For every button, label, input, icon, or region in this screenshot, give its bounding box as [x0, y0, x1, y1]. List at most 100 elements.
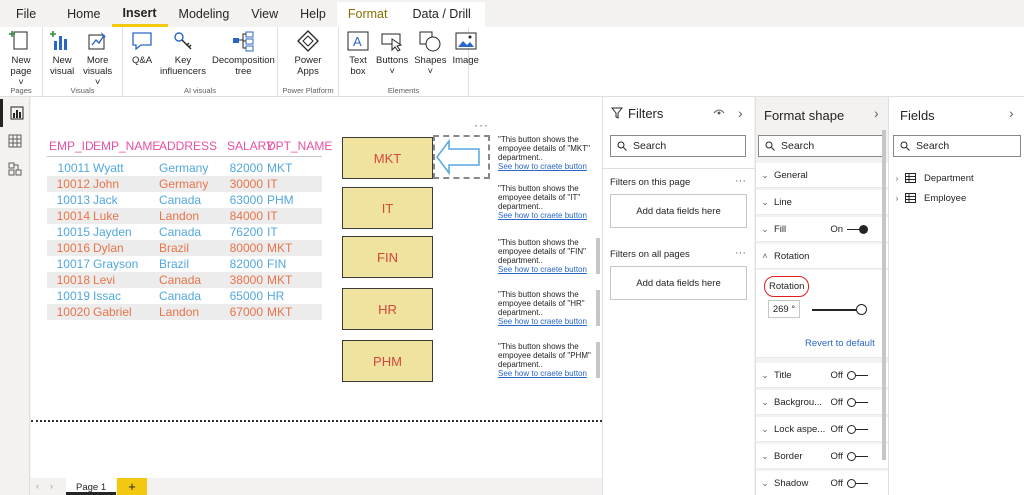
revert-to-default-link[interactable]: Revert to default	[805, 338, 875, 349]
field-table-department[interactable]: › Department	[889, 169, 974, 187]
tab-home[interactable]: Home	[56, 2, 111, 27]
table-cell: Grayson	[93, 257, 139, 271]
model-view-button[interactable]	[0, 155, 30, 183]
collapse-filters-icon[interactable]: ›	[738, 105, 743, 121]
field-table-employee[interactable]: › Employee	[889, 189, 967, 207]
add-page-button[interactable]: +	[117, 478, 147, 495]
fin-description: "This button shows the empoyee details o…	[498, 238, 598, 274]
prev-page-icon[interactable]: ‹	[36, 481, 39, 491]
table-cell: 10019	[56, 289, 90, 303]
ribbon-group-pages: New page ˅ Pages	[0, 27, 43, 97]
tab-view[interactable]: View	[240, 2, 289, 27]
hr-button[interactable]: HR	[342, 288, 433, 330]
fields-title: Fields	[900, 108, 935, 123]
rotation-input[interactable]: 269 °	[768, 300, 800, 318]
how-to-create-link[interactable]: See how to craete button	[498, 265, 598, 274]
table-row[interactable]: 10018 Levi Canada 38000 MKT	[47, 272, 322, 288]
table-row[interactable]: 10014 Luke Landon 84000 IT	[47, 208, 322, 224]
table-row[interactable]: 10017 Grayson Brazil 82000 FIN	[47, 256, 322, 272]
table-cell: Dylan	[93, 241, 124, 255]
table-icon	[905, 193, 916, 203]
selected-arrow-shape[interactable]	[433, 135, 490, 179]
format-card-line[interactable]: ⌄ Line	[756, 190, 888, 215]
fields-search-input[interactable]: Search	[893, 135, 1021, 157]
column-header[interactable]: DPT_NAME	[267, 139, 332, 153]
page-tab-1[interactable]: Page 1	[66, 478, 117, 495]
filters-search-input[interactable]: Search	[610, 135, 746, 157]
tab-insert[interactable]: Insert	[111, 2, 168, 27]
table-row[interactable]: 10019 Issac Canada 65000 HR	[47, 288, 322, 304]
chevron-right-icon: ›	[895, 193, 899, 203]
table-cell: 10017	[56, 257, 90, 271]
tab-data-drill[interactable]: Data / Drill	[398, 2, 485, 27]
shapes-icon	[418, 29, 442, 53]
add-fields-page-dropzone[interactable]: Add data fields here	[610, 194, 747, 228]
format-card-shadow[interactable]: ⌄ Shadow Off	[756, 471, 888, 495]
data-view-icon	[8, 134, 22, 148]
collapse-format-icon[interactable]: ›	[874, 105, 879, 121]
table-row[interactable]: 10011 Wyatt Germany 82000 MKT	[47, 160, 322, 176]
it-button[interactable]: IT	[342, 187, 433, 229]
column-header[interactable]: EMP_ID	[47, 139, 94, 153]
column-header[interactable]: EMP_NAME	[93, 139, 160, 153]
next-page-icon[interactable]: ›	[50, 481, 53, 491]
tab-help[interactable]: Help	[289, 2, 337, 27]
border-toggle[interactable]	[847, 451, 868, 461]
phm-description: "This button shows the empoyee details o…	[498, 342, 598, 378]
table-row[interactable]: 10012 John Germany 30000 IT	[47, 176, 322, 192]
hr-description: "This button shows the empoyee details o…	[498, 290, 598, 326]
scrollbar[interactable]	[596, 342, 600, 378]
format-card-lock-aspect[interactable]: ⌄ Lock aspe... Off	[756, 417, 888, 442]
format-card-background[interactable]: ⌄ Backgrou... Off	[756, 390, 888, 415]
column-header[interactable]: ADDRESS	[159, 139, 227, 153]
table-row[interactable]: 10016 Dylan Brazil 80000 MKT	[47, 240, 322, 256]
table-row[interactable]: 10013 Jack Canada 63000 PHM	[47, 192, 322, 208]
format-pane: Format shape › Search ⌄ General ⌄ Line ⌄…	[755, 97, 888, 495]
column-header[interactable]: SALARY	[227, 139, 274, 153]
format-card-border[interactable]: ⌄ Border Off	[756, 444, 888, 469]
rotation-slider-handle[interactable]	[856, 304, 867, 315]
how-to-create-link[interactable]: See how to craete button	[498, 369, 598, 378]
phm-button[interactable]: PHM	[342, 340, 433, 382]
data-view-button[interactable]	[0, 127, 30, 155]
search-icon	[617, 141, 627, 151]
format-scrollbar[interactable]	[882, 130, 886, 460]
scrollbar[interactable]	[596, 290, 600, 326]
table-cell: 76200	[229, 225, 263, 239]
more-options-icon[interactable]: ···	[735, 247, 746, 259]
how-to-create-link[interactable]: See how to craete button	[498, 317, 598, 326]
more-options-icon[interactable]: ···	[735, 175, 746, 187]
lock-aspect-toggle[interactable]	[847, 424, 868, 434]
format-card-general[interactable]: ⌄ General	[756, 163, 888, 188]
fill-toggle[interactable]	[847, 224, 868, 234]
table-row[interactable]: 10020 Gabriel Landon 67000 MKT	[47, 304, 322, 320]
collapse-fields-icon[interactable]: ›	[1009, 105, 1014, 121]
table-cell: 10015	[56, 225, 90, 239]
mkt-button[interactable]: MKT	[342, 137, 433, 179]
tab-file[interactable]: File	[0, 2, 56, 27]
tab-modeling[interactable]: Modeling	[168, 2, 241, 27]
how-to-create-link[interactable]: See how to craete button	[498, 162, 598, 171]
format-card-title[interactable]: ⌄ Title Off	[756, 363, 888, 388]
tab-format[interactable]: Format	[336, 2, 399, 27]
shadow-toggle[interactable]	[847, 478, 868, 488]
title-toggle[interactable]	[847, 370, 868, 380]
rotation-slider-track[interactable]	[812, 309, 862, 311]
fin-button[interactable]: FIN	[342, 236, 433, 278]
format-card-fill[interactable]: ⌄ Fill On	[756, 217, 888, 242]
svg-text:A: A	[353, 34, 362, 49]
format-search-input[interactable]: Search	[758, 135, 886, 157]
ribbon-group-visuals: New visual More visuals ˅ Visuals	[43, 27, 123, 97]
ribbon-tabbar: File Home Insert Modeling View Help Form…	[0, 0, 1024, 27]
background-toggle[interactable]	[847, 397, 868, 407]
ribbon-group-power-platform: Power Apps Power Platform	[278, 27, 339, 97]
eye-icon[interactable]	[713, 109, 725, 117]
table-row[interactable]: 10015 Jayden Canada 76200 IT	[47, 224, 322, 240]
more-options-icon[interactable]: ···	[474, 118, 489, 132]
format-card-rotation[interactable]: ˄ Rotation	[756, 244, 888, 269]
how-to-create-link[interactable]: See how to craete button	[498, 211, 598, 220]
report-view-button[interactable]	[0, 99, 30, 127]
employee-table[interactable]: EMP_ID EMP_NAME ADDRESS SALARY DPT_NAME …	[47, 135, 332, 320]
add-fields-all-dropzone[interactable]: Add data fields here	[610, 266, 747, 300]
scrollbar[interactable]	[596, 238, 600, 274]
